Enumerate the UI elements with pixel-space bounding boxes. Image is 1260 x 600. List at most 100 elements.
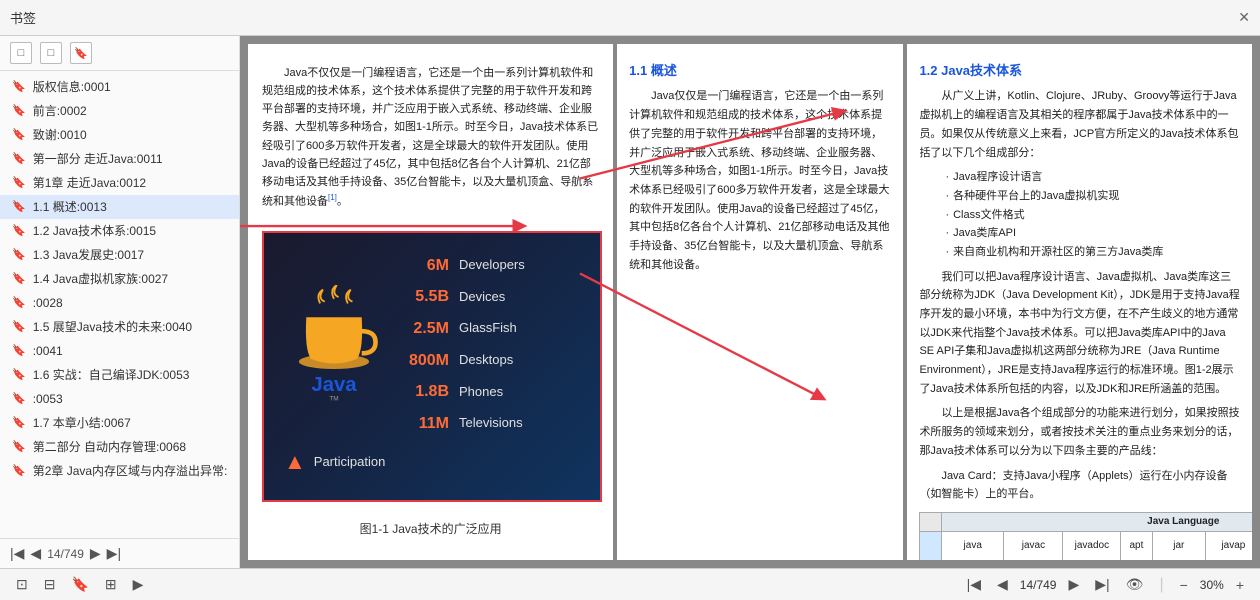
section-1-1-heading: 1.1 概述 xyxy=(629,60,891,81)
fit-width-button[interactable]: ⊟ xyxy=(40,574,60,595)
top-bar-title: 书签 xyxy=(10,8,36,27)
sidebar-item-sec12[interactable]: 🔖 1.2 Java技术体系:0015 xyxy=(0,219,239,243)
page-indicator: 14/749 xyxy=(1020,578,1057,592)
stat-row-devices: 5.5BDevices xyxy=(404,284,525,310)
sidebar-item-label: :0028 xyxy=(33,294,63,312)
toolbar-left: ⊡ ⊟ 🔖 ⊞ ▶ xyxy=(12,574,147,595)
zoom-out-button[interactable]: − xyxy=(1176,575,1192,595)
sidebar-item-ch2[interactable]: 🔖第2章 Java内存区域与内存溢出异常: xyxy=(0,459,239,483)
nav-last[interactable]: ▶| xyxy=(107,545,121,562)
stat-label: Developers xyxy=(459,255,525,276)
sidebar-page-info: 14/749 xyxy=(47,547,84,561)
last-page-button[interactable]: ▶| xyxy=(1091,574,1113,595)
sidebar-nav: |◀ ◀ 14/749 ▶ ▶| xyxy=(10,545,121,562)
bookmark-icon: 🔖 xyxy=(12,439,26,456)
zoom-in-button[interactable]: + xyxy=(1232,575,1248,595)
stat-label: Phones xyxy=(459,382,503,403)
sidebar-item-sec15b[interactable]: 🔖:0041 xyxy=(0,339,239,363)
java-stats-list: 6M Developers 5.5BDevices 2.5MGlassFish 800M… xyxy=(404,253,525,437)
svg-text:Java: Java xyxy=(311,374,357,396)
nav-first[interactable]: |◀ xyxy=(10,545,24,562)
stat-row-desktops: 800MDesktops xyxy=(404,348,525,374)
eye-button[interactable]: 👁 xyxy=(1122,574,1148,595)
tech-table: Java Language JDK java javac javadoc apt… xyxy=(919,512,1252,560)
top-bar: 书签 ✕ xyxy=(0,0,1260,36)
table-cell: java xyxy=(942,531,1004,560)
sidebar-item-sec11[interactable]: 🔖1.1 概述:0013 xyxy=(0,195,239,219)
sidebar-item-label: :0041 xyxy=(33,342,63,360)
bookmark-icon: 🔖 xyxy=(12,127,26,144)
right-pages: 1.1 概述 Java仅仅是一门编程语言，它还是一个由一系列计算机软件和规范组成… xyxy=(617,44,1252,560)
sidebar-item-label: 版权信息:0001 xyxy=(33,78,111,96)
bookmark-icon: 🔖 xyxy=(12,223,26,240)
bullet-item: Java类库API xyxy=(933,224,1240,243)
section-1-1-content: Java仅仅是一门编程语言，它还是一个由一系列计算机软件和规范组成的技术体系，这… xyxy=(629,87,891,274)
table-cell: javadoc xyxy=(1063,531,1121,560)
sidebar-item-label: :0053 xyxy=(33,390,63,408)
sidebar-item-sec16b[interactable]: 🔖 :0053 xyxy=(0,387,239,411)
sidebar-item-sec14b[interactable]: 🔖:0028 xyxy=(0,291,239,315)
close-button[interactable]: ✕ xyxy=(1238,9,1250,26)
play-button[interactable]: ▶ xyxy=(129,574,148,595)
stat-number: 800M xyxy=(404,348,449,374)
stat-number: 6M xyxy=(404,253,449,279)
sidebar-item-sec13[interactable]: 🔖1.3 Java发展史:0017 xyxy=(0,243,239,267)
sidebar-item-label: 1.3 Java发展史:0017 xyxy=(33,246,144,264)
section-1-2-content1: 从广义上讲，Kotlin、Clojure、JRuby、Groovy等运行于Jav… xyxy=(919,87,1240,162)
bullet-item: 来自商业机构和开源社区的第三方Java类库 xyxy=(933,243,1240,262)
next-page-button[interactable]: ▶ xyxy=(1064,574,1083,595)
right-page-2: 1.2 Java技术体系 从广义上讲，Kotlin、Clojure、JRuby、… xyxy=(907,44,1252,560)
sidebar-toolbar: □ □ 🔖 xyxy=(0,36,239,71)
sidebar-icon-1[interactable]: □ xyxy=(10,42,32,64)
java-logo-svg: Java TM xyxy=(284,285,384,405)
sidebar-item-label: 1.2 Java技术体系:0015 xyxy=(33,222,156,240)
bookmark-icon: 🔖 xyxy=(12,415,26,432)
sidebar-item-part1[interactable]: 🔖第一部分 走近Java:0011 xyxy=(0,147,239,171)
top-bar-left: 书签 xyxy=(10,8,36,27)
java-stats-image: Java TM 6M Developers 5.5BDevices 2.5MGlass… xyxy=(262,231,602,502)
bookmark-icon: 🔖 xyxy=(12,151,26,168)
sidebar-item-label: 1.4 Java虚拟机家族:0027 xyxy=(33,270,168,288)
nav-prev[interactable]: ◀ xyxy=(30,545,41,562)
sidebar-item-ban[interactable]: 🔖版权信息:0001 xyxy=(0,75,239,99)
sidebar-bookmark-icon[interactable]: 🔖 xyxy=(70,42,92,64)
sidebar-icon-2[interactable]: □ xyxy=(40,42,62,64)
toolbar-right: |◀ ◀ 14/749 ▶ ▶| 👁 | − 30% + xyxy=(963,574,1248,595)
bottom-toolbar: ⊡ ⊟ 🔖 ⊞ ▶ |◀ ◀ 14/749 ▶ ▶| 👁 | − 30% + xyxy=(0,568,1260,600)
sidebar-item-part2[interactable]: 🔖第二部分 自动内存管理:0068 xyxy=(0,435,239,459)
bullet-item: Class文件格式 xyxy=(933,206,1240,225)
pages-container: Java不仅仅是一门编程语言，它还是一个由一系列计算机软件和规范组成的技术体系，… xyxy=(240,36,1260,568)
layout-button[interactable]: ⊞ xyxy=(101,574,121,595)
sidebar-item-ch1[interactable]: 🔖第1章 走近Java:0012 xyxy=(0,171,239,195)
sidebar-item-qian[interactable]: 🔖前言:0002 xyxy=(0,99,239,123)
sidebar-bottom: |◀ ◀ 14/749 ▶ ▶| xyxy=(0,538,239,568)
bullet-item: 各种硬件平台上的Java虚拟机实现 xyxy=(933,187,1240,206)
zoom-level: 30% xyxy=(1200,578,1224,592)
stat-row-glassfish: 2.5MGlassFish xyxy=(404,316,525,342)
bookmark-toolbar-button[interactable]: 🔖 xyxy=(67,574,92,595)
section-1-2-content3: 以上是根据Java各个组成部分的功能来进行划分，如果按照技术所服务的领域来划分，… xyxy=(919,404,1240,460)
sidebar-item-zhi[interactable]: 🔖致谢:0010 xyxy=(0,123,239,147)
prev-page-button[interactable]: ◀ xyxy=(993,574,1012,595)
nav-next[interactable]: ▶ xyxy=(90,545,101,562)
bookmark-icon: 🔖 xyxy=(12,103,26,120)
stat-row-developers: 6M Developers xyxy=(404,253,525,279)
sidebar-item-sec14[interactable]: 🔖 1.4 Java虚拟机家族:0027 xyxy=(0,267,239,291)
bookmark-icon: 🔖 xyxy=(12,391,26,408)
fit-page-button[interactable]: ⊡ xyxy=(12,574,32,595)
participation-label: Participation xyxy=(314,452,386,473)
bookmark-icon: 🔖 xyxy=(12,271,26,288)
sidebar-item-sec16[interactable]: 🔖1.6 实战：自己编译JDK:0053 xyxy=(0,363,239,387)
sidebar-item-sec15[interactable]: 🔖1.5 展望Java技术的未来:0040 xyxy=(0,315,239,339)
section-1-2-content4: Java Card：支持Java小程序（Applets）运行在小内存设备（如智能… xyxy=(919,467,1240,504)
left-page: Java不仅仅是一门编程语言，它还是一个由一系列计算机软件和规范组成的技术体系，… xyxy=(248,44,613,560)
first-page-button[interactable]: |◀ xyxy=(963,574,985,595)
sidebar-item-label: 第1章 走近Java:0012 xyxy=(33,174,146,192)
bullet-item: Java程序设计语言 xyxy=(933,168,1240,187)
sidebar: □ □ 🔖 🔖版权信息:0001🔖前言:0002🔖致谢:0010🔖第一部分 走近… xyxy=(0,36,240,568)
section-1-2-heading: 1.2 Java技术体系 xyxy=(919,60,1240,81)
table-cell: javac xyxy=(1004,531,1063,560)
bookmark-icon: 🔖 xyxy=(12,319,26,336)
sidebar-item-sec17[interactable]: 🔖1.7 本章小结:0067 xyxy=(0,411,239,435)
svg-text:TM: TM xyxy=(329,395,338,402)
